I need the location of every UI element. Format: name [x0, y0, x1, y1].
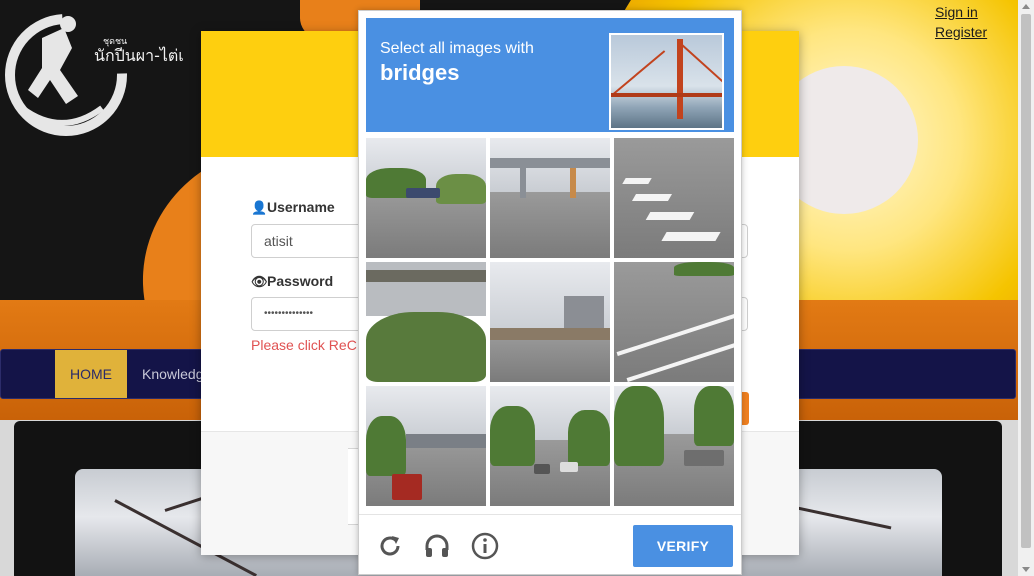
image-grid	[366, 138, 734, 506]
tile-trees	[568, 410, 610, 466]
challenge-footer: VERIFY	[359, 514, 741, 575]
nav-home[interactable]: HOME	[55, 350, 127, 398]
grid-tile-9[interactable]	[614, 386, 734, 506]
user-icon: 👤	[251, 200, 268, 215]
bridge-cable	[611, 50, 666, 97]
bridge-tower	[677, 39, 683, 119]
nav-knowledge[interactable]: Knowledg	[142, 350, 204, 398]
password-label-text: Password	[267, 273, 334, 289]
bridge-deck	[611, 93, 722, 97]
page-scrollbar[interactable]	[1018, 0, 1034, 576]
tile-crosswalk	[631, 194, 673, 201]
password-label: 👁Password	[251, 273, 333, 290]
tile-grass	[674, 262, 734, 276]
grid-tile-5[interactable]	[490, 262, 610, 382]
info-icon[interactable]	[471, 532, 499, 560]
tile-overpass	[490, 158, 610, 168]
scroll-thumb[interactable]	[1021, 14, 1031, 548]
tile-pillar	[570, 168, 576, 198]
tile-trees	[366, 416, 406, 476]
tile-trees	[694, 386, 734, 446]
tile-pillar	[520, 168, 526, 198]
sample-bridge-image	[609, 33, 724, 130]
tile-road	[490, 334, 610, 382]
bridge-cable	[680, 43, 722, 85]
tile-truck	[392, 474, 422, 500]
grid-tile-4[interactable]	[366, 262, 486, 382]
challenge-target: bridges	[380, 60, 460, 85]
grid-tile-7[interactable]	[366, 386, 486, 506]
recaptcha-challenge: Select all images with bridges VERIFY	[358, 10, 742, 575]
grid-tile-2[interactable]	[490, 138, 610, 258]
auth-links: Sign in Register	[935, 2, 987, 42]
tile-crosswalk	[645, 212, 695, 220]
audio-icon[interactable]	[423, 532, 451, 560]
grid-tile-8[interactable]	[490, 386, 610, 506]
scroll-up-icon[interactable]	[1022, 4, 1030, 9]
challenge-header: Select all images with bridges	[366, 18, 734, 132]
register-link[interactable]: Register	[935, 22, 987, 42]
tile-car	[560, 462, 578, 472]
grid-tile-3[interactable]	[614, 138, 734, 258]
reload-icon[interactable]	[376, 532, 404, 560]
climber-logo	[5, 14, 127, 136]
challenge-instruction: Select all images with	[380, 40, 534, 57]
scroll-down-icon[interactable]	[1022, 567, 1030, 572]
tile-sign-gantry	[406, 434, 486, 448]
tile-bridge	[366, 270, 486, 282]
tile-car	[406, 188, 440, 198]
username-label: 👤Username	[251, 199, 335, 216]
recaptcha-error: Please click ReC	[251, 337, 357, 353]
tile-bridge	[490, 328, 610, 340]
verify-button[interactable]: VERIFY	[633, 525, 733, 567]
tile-road	[490, 192, 610, 258]
tile-crosswalk	[661, 232, 721, 241]
tile-trees	[614, 386, 664, 466]
tile-trees	[436, 174, 486, 204]
tile-car	[534, 464, 550, 474]
grid-tile-1[interactable]	[366, 138, 486, 258]
eye-icon: 👁	[251, 274, 268, 289]
tile-car	[684, 450, 724, 466]
tile-trees	[366, 312, 486, 382]
tile-crosswalk	[622, 178, 652, 184]
tile-trees	[490, 406, 535, 466]
sign-in-link[interactable]: Sign in	[935, 2, 987, 22]
site-title: นักปีนผา-ไต่เ	[94, 46, 184, 65]
grid-tile-6[interactable]	[614, 262, 734, 382]
username-label-text: Username	[267, 199, 335, 215]
